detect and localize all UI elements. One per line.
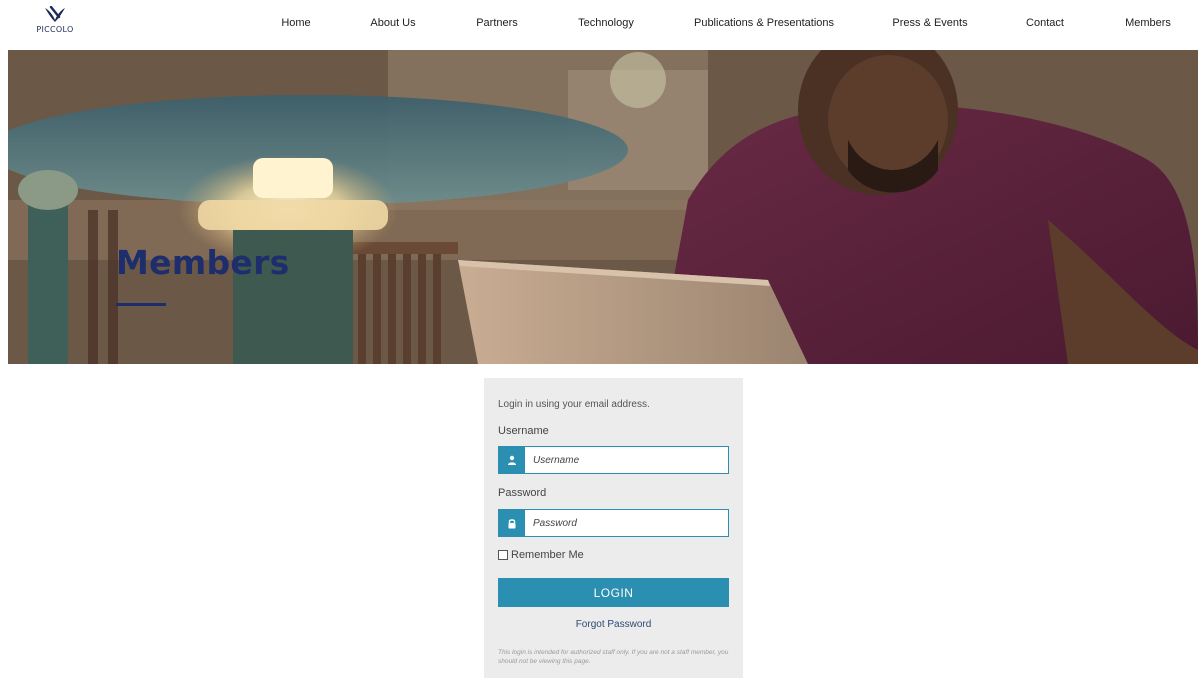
site-header: PICCOLO Home About Us Partners Technolog… xyxy=(0,0,1198,50)
remember-me-label: Remember Me xyxy=(511,549,584,561)
username-label: Username xyxy=(498,425,549,437)
user-icon xyxy=(499,447,525,473)
nav-item-contact[interactable]: Contact xyxy=(1026,17,1064,29)
logo-text: PICCOLO xyxy=(36,25,74,34)
page-title: Members xyxy=(116,243,290,282)
login-button[interactable]: LOGIN xyxy=(498,578,729,607)
login-panel: Login in using your email address. Usern… xyxy=(484,378,743,678)
authorized-staff-notice: This login is intended for authorized st… xyxy=(498,649,729,665)
password-field[interactable] xyxy=(498,509,729,537)
remember-me-checkbox[interactable] xyxy=(498,550,508,560)
nav-item-about-us[interactable]: About Us xyxy=(370,17,415,29)
nav-item-members[interactable]: Members xyxy=(1125,17,1171,29)
hero-banner: Members xyxy=(8,50,1198,364)
password-label: Password xyxy=(498,487,547,499)
hero-image xyxy=(8,50,1198,364)
nav-item-publications[interactable]: Publications & Presentations xyxy=(694,17,834,29)
lock-icon xyxy=(499,510,525,536)
remember-me-option[interactable]: Remember Me xyxy=(498,549,584,561)
login-intro-text: Login in using your email address. xyxy=(498,399,650,410)
nav-item-technology[interactable]: Technology xyxy=(578,17,634,29)
password-input[interactable] xyxy=(525,510,728,536)
forgot-password-link[interactable]: Forgot Password xyxy=(484,619,743,630)
username-input[interactable] xyxy=(525,447,728,473)
nav-item-partners[interactable]: Partners xyxy=(476,17,518,29)
site-logo[interactable]: PICCOLO xyxy=(33,6,77,44)
username-field[interactable] xyxy=(498,446,729,474)
nav-item-press-events[interactable]: Press & Events xyxy=(892,17,967,29)
title-underline xyxy=(116,303,166,306)
piccolo-logo-icon xyxy=(45,6,65,22)
nav-item-home[interactable]: Home xyxy=(281,17,310,29)
